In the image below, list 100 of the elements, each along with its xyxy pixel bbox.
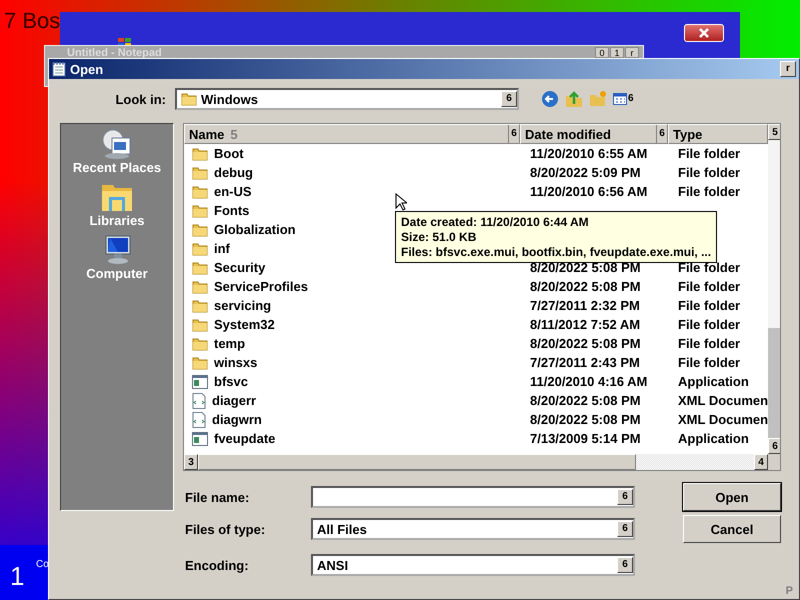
dialog-title: Open — [70, 62, 104, 76]
type-cell-text: File folder — [677, 184, 742, 199]
date-cell-text: 8/11/2012 7:52 AM — [529, 317, 642, 332]
taskbar-number: 1 — [10, 561, 24, 592]
date-cell-text: 8/20/2022 5:08 PM — [529, 336, 642, 351]
scroll-down-button[interactable]: 6 — [768, 438, 780, 454]
document-icon — [192, 392, 206, 408]
file-item[interactable]: Security — [184, 260, 520, 275]
horizontal-scrollbar[interactable]: 3 4 — [184, 454, 768, 470]
dropdown-button[interactable]: 6 — [617, 557, 633, 573]
places-item[interactable]: Computer — [86, 234, 148, 281]
date-cell-text: 7/27/2011 2:43 PM — [529, 355, 641, 370]
input-field[interactable]: ANSI 6 — [311, 554, 635, 576]
date-cell-text: 11/20/2010 6:56 AM — [529, 184, 648, 199]
type-cell-text: File folder — [677, 146, 742, 161]
dropdown-button[interactable]: 6 — [501, 91, 517, 107]
application-icon — [192, 374, 208, 388]
column-header[interactable]: Date modified 6 — [520, 124, 668, 144]
type-cell-text: XML Documen — [677, 393, 768, 408]
folder-icon — [192, 260, 208, 274]
date-cell-text: 8/20/2022 5:08 PM — [529, 260, 642, 275]
folder-icon — [192, 184, 208, 198]
scroll-left-button[interactable]: 3 — [184, 454, 198, 470]
look-in-label: Look in: — [114, 92, 167, 106]
file-item[interactable]: System32 — [184, 317, 520, 332]
type-cell-text: XML Documen — [677, 412, 768, 427]
type-cell-text: File folder — [677, 298, 742, 313]
folder-icon — [192, 242, 208, 256]
date-cell-text: 8/20/2022 5:08 PM — [529, 412, 642, 427]
caption-button[interactable]: 1 — [610, 47, 624, 58]
scroll-up-button[interactable]: 5 — [768, 124, 780, 140]
caption-button[interactable]: r — [625, 47, 639, 58]
folder-icon — [192, 280, 208, 294]
caption-button[interactable]: 0 — [595, 47, 609, 58]
folder-icon — [192, 298, 208, 312]
taskbar-label: Co — [36, 559, 49, 570]
dropdown-button[interactable]: 6 — [617, 521, 633, 537]
dialog-button[interactable]: Open — [683, 483, 781, 511]
tooltip-line: Date created: 11/20/2010 6:44 AM — [401, 215, 590, 229]
field-label: File name: — [184, 490, 250, 504]
input-field[interactable]: 6 — [311, 486, 635, 508]
file-item[interactable]: diagwrn — [184, 412, 520, 428]
folder-icon — [192, 146, 208, 160]
type-cell-text: Application — [677, 374, 750, 389]
file-item[interactable]: Boot — [184, 146, 520, 161]
input-field[interactable]: All Files 6 — [311, 518, 635, 540]
folder-icon — [192, 222, 208, 236]
date-cell-text: 11/20/2010 6:55 AM — [529, 146, 648, 161]
date-cell-text: 11/20/2010 4:16 AM — [529, 374, 648, 389]
tooltip-line: Size: 51.0 KB — [401, 230, 478, 244]
type-cell-text: File folder — [677, 260, 742, 275]
close-icon — [698, 28, 710, 38]
scroll-right-button[interactable]: 4 — [754, 454, 768, 470]
file-item[interactable]: ServiceProfiles — [184, 279, 520, 294]
file-item[interactable]: bfsvc — [184, 374, 520, 389]
type-cell-text: Application — [677, 431, 750, 446]
application-icon — [192, 432, 208, 446]
type-cell-text: File folder — [677, 355, 742, 370]
date-cell-text: 8/20/2022 5:08 PM — [529, 279, 642, 294]
file-item[interactable]: servicing — [184, 298, 520, 313]
dialog-button[interactable]: Cancel — [683, 515, 781, 543]
folder-icon — [192, 356, 208, 370]
folder-icon — [192, 318, 208, 332]
close-button[interactable] — [684, 24, 724, 42]
date-cell-text: 8/20/2022 5:08 PM — [529, 393, 642, 408]
back-icon[interactable] — [541, 90, 559, 108]
field-label: Files of type: — [184, 522, 266, 536]
type-cell-text: File folder — [677, 165, 742, 180]
file-item[interactable]: debug — [184, 165, 520, 180]
folder-icon — [192, 204, 208, 218]
close-button[interactable]: r — [780, 61, 796, 77]
places-item[interactable]: Libraries — [90, 181, 144, 228]
document-icon — [192, 412, 206, 428]
notepad-icon — [52, 61, 66, 77]
file-item[interactable]: temp — [184, 336, 520, 351]
desktop-text: 7 Bos — [4, 8, 60, 34]
folder-icon — [181, 92, 197, 106]
date-cell-text: 7/13/2009 5:14 PM — [529, 431, 642, 446]
field-label: Encoding: — [184, 558, 250, 572]
column-header[interactable]: Name 5 6 — [184, 124, 520, 144]
type-cell-text: File folder — [677, 317, 742, 332]
type-cell-text: File folder — [677, 336, 742, 351]
dropdown-button[interactable]: 6 — [617, 489, 633, 505]
folder-icon — [192, 166, 208, 180]
type-cell-text: File folder — [677, 279, 742, 294]
date-cell-text: 7/27/2011 2:32 PM — [529, 298, 641, 313]
file-item[interactable]: Fonts — [184, 203, 520, 218]
file-item[interactable]: diagerr — [184, 392, 520, 408]
date-cell-text: 8/20/2022 5:09 PM — [529, 165, 642, 180]
view-menu-button[interactable]: 6 — [613, 91, 634, 107]
file-item[interactable]: fveupdate — [184, 431, 520, 446]
places-item[interactable]: Recent Places — [72, 128, 162, 175]
folder-icon — [192, 336, 208, 350]
file-item[interactable]: winsxs — [184, 355, 520, 370]
column-header[interactable]: Type — [668, 124, 768, 144]
vertical-scrollbar[interactable]: 5 6 — [768, 124, 780, 454]
tooltip-line: Files: bfsvc.exe.mui, bootfix.bin, fveupdate.exe.mui, ... — [401, 245, 712, 259]
file-item[interactable]: en-US — [184, 184, 520, 199]
look-in-dropdown[interactable]: Windows 6 — [175, 88, 519, 110]
view-icon — [613, 93, 627, 105]
